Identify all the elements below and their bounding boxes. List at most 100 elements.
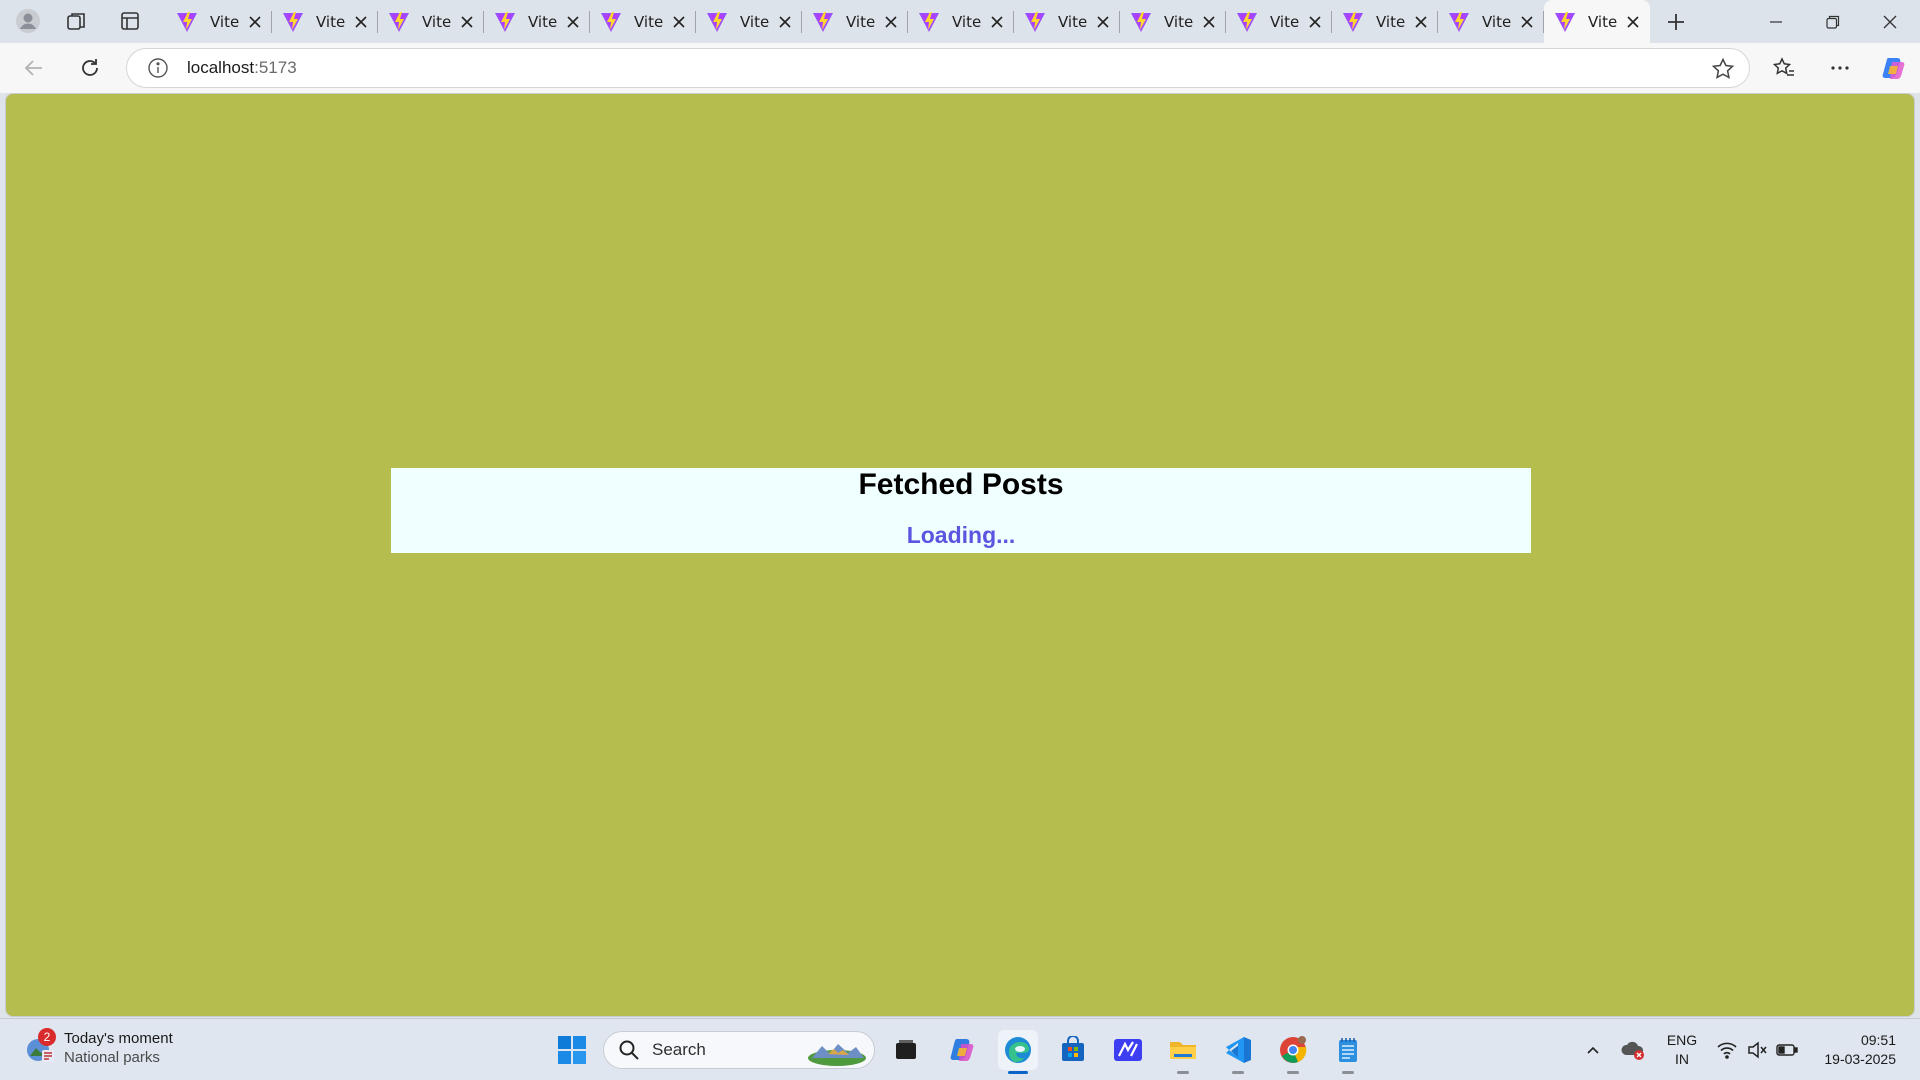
back-button[interactable] [16,51,52,85]
tab[interactable]: Vite [272,4,378,39]
tab-title: Vite [846,12,876,31]
tab-title: Vite [740,12,770,31]
tab-title: Vite [422,12,452,31]
refresh-icon [82,59,98,76]
start-button[interactable] [552,1030,592,1070]
show-hidden-icons-button[interactable] [1578,1019,1608,1080]
battery-button[interactable] [1774,1019,1800,1080]
notepad-taskbar-button[interactable] [1328,1030,1368,1074]
tab-close-button[interactable] [244,11,266,33]
favorites-button[interactable] [1766,51,1802,85]
vite-logo-icon [177,11,197,32]
tab-close-button[interactable] [1198,11,1220,33]
tab-close-button[interactable] [1410,11,1432,33]
more-dots-icon [1831,66,1849,70]
browser-toolbar: localhost:5173 [0,43,1920,93]
tab[interactable]: Vite [1014,4,1120,39]
vite-logo-icon [1555,11,1575,32]
tab-close-button[interactable] [1304,11,1326,33]
tab-title: Vite [1164,12,1194,31]
running-indicator [1287,1071,1299,1074]
volume-button[interactable] [1744,1019,1770,1080]
edge-taskbar-button[interactable] [998,1030,1038,1074]
tab-title: Vite [1376,12,1406,31]
profile-icon [16,9,40,33]
restore-button[interactable] [1805,0,1861,43]
tab-close-button[interactable] [880,11,902,33]
chrome-taskbar-button[interactable] [1273,1030,1313,1074]
tab[interactable]: Vite [590,4,696,39]
refresh-button[interactable] [72,51,108,85]
vite-logo-icon [283,11,303,32]
tab-close-button[interactable] [1092,11,1114,33]
tab-close-button[interactable] [456,11,478,33]
tab[interactable]: Vite [1226,4,1332,39]
tab[interactable]: Vite [908,4,1014,39]
tab[interactable]: Vite [1332,4,1438,39]
tab-actions-button[interactable] [112,6,148,36]
tab[interactable]: Vite [484,4,590,39]
back-arrow-icon [24,60,42,76]
close-icon [673,15,685,28]
close-icon [1309,15,1321,28]
copilot-button[interactable] [1876,51,1912,85]
minimize-button[interactable] [1748,0,1804,43]
running-indicator [1232,1071,1244,1074]
workspaces-button[interactable] [59,6,95,36]
profile-button[interactable] [10,6,46,36]
tab[interactable]: Vite [802,4,908,39]
close-window-button[interactable] [1862,0,1918,43]
onedrive-tray-button[interactable] [1618,1019,1648,1080]
tab-close-button[interactable] [986,11,1008,33]
tab-close-button[interactable] [350,11,372,33]
tab-active[interactable]: Vite [1544,0,1650,43]
taskbar-search[interactable]: Search [603,1031,875,1069]
posts-card: Fetched Posts Loading... [391,468,1531,553]
more-button[interactable] [1822,51,1858,85]
file-explorer-taskbar-button[interactable] [1163,1030,1203,1074]
tab-close-button[interactable] [1516,11,1538,33]
tab[interactable]: Vite [1120,4,1226,39]
cloud-error-icon [1621,1041,1644,1060]
tab-close-button[interactable] [1622,11,1644,33]
vscode-taskbar-button[interactable] [1218,1030,1258,1074]
tab-title: Vite [316,12,346,31]
editor-icon [1114,1039,1142,1061]
tab[interactable]: Vite [166,4,272,39]
tab-close-button[interactable] [562,11,584,33]
search-label: Search [652,1040,706,1059]
notepad-icon [1339,1038,1357,1062]
close-icon [1203,15,1215,28]
language-indicator[interactable]: ENG IN [1660,1031,1704,1069]
tab-close-button[interactable] [774,11,796,33]
favorite-star-icon[interactable] [1711,57,1735,81]
wifi-button[interactable] [1714,1019,1740,1080]
vite-logo-icon [1131,11,1151,32]
page-heading: Fetched Posts [858,468,1064,501]
favorites-icon [1772,57,1794,76]
close-icon [1097,15,1109,28]
language-code: ENG [1666,1032,1698,1048]
wifi-icon [1717,1042,1737,1059]
address-bar[interactable]: localhost:5173 [126,48,1750,88]
tab[interactable]: Vite [378,4,484,39]
tab-title: Vite [528,12,558,31]
tab-title: Vite [210,12,240,31]
tab[interactable]: Vite [1438,4,1544,39]
widgets-button[interactable]: 2 Today's moment National parks [24,1028,173,1067]
tab-actions-icon [121,12,139,30]
site-info-icon[interactable] [147,57,169,79]
store-taskbar-button[interactable] [1053,1030,1093,1070]
task-view-button[interactable] [886,1030,926,1070]
close-icon [779,15,791,28]
copilot-taskbar-button[interactable] [943,1030,983,1070]
close-icon [991,15,1003,28]
new-tab-button[interactable] [1656,6,1696,38]
vite-logo-icon [1449,11,1469,32]
taskbar: 2 Today's moment National parks Search E… [0,1018,1920,1080]
editor-taskbar-button[interactable] [1108,1030,1148,1070]
clock[interactable]: 09:51 19-03-2025 [1808,1031,1896,1069]
clock-date: 19-03-2025 [1824,1051,1896,1067]
tab-close-button[interactable] [668,11,690,33]
tab[interactable]: Vite [696,4,802,39]
